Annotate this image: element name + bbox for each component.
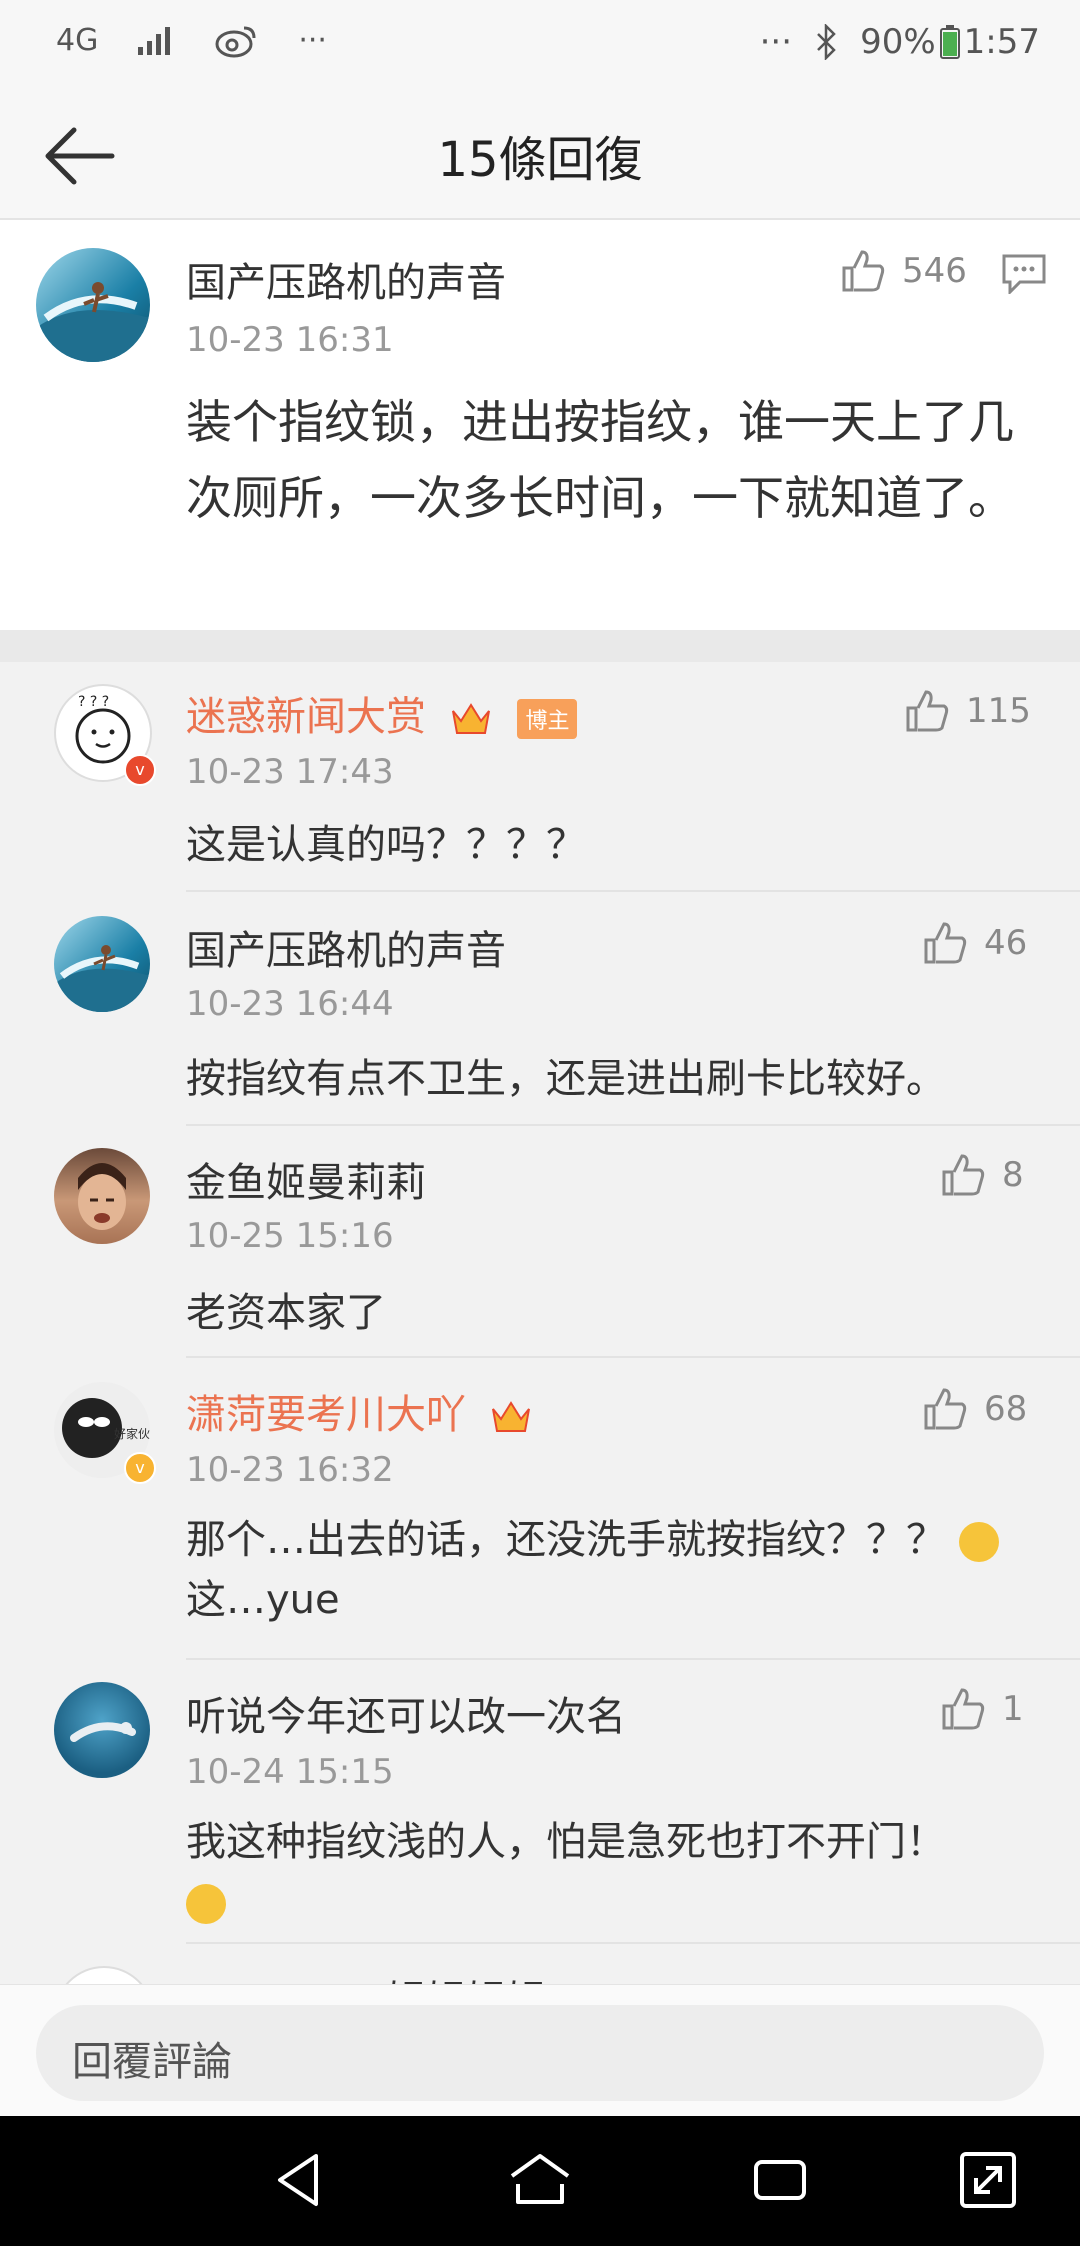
reply-time: 10-23 16:32 [186,1450,394,1490]
reply-text: 老资本家了 [186,1290,386,1336]
like-count: 546 [902,251,967,291]
more-status-icon: ··· [759,22,793,62]
reply-author[interactable]: ・・・・・娼娼娼娼 [186,1968,546,1984]
signal-icon [138,27,171,55]
back-icon[interactable] [266,2146,334,2214]
avatar[interactable] [54,1966,154,1984]
comment-icon[interactable] [1002,254,1046,294]
main-comment: 国产压路机的声音 10-23 16:31 546 装个指纹锁，进出按指纹，谁一天… [0,220,1080,630]
like-button[interactable]: 46 [922,920,1027,966]
host-badge: 博主 [517,699,578,739]
section-separator [0,630,1080,662]
reply-text: 那个…出去的话，还没洗手就按指纹？？？ 这…yue [186,1510,999,1630]
reply-author[interactable]: 金鱼姬曼莉莉 [186,1150,426,1208]
reply-author[interactable]: 国产压路机的声音 [186,918,506,976]
crown-icon [491,1401,530,1432]
divider [186,890,1080,892]
like-button[interactable]: 1 [940,1686,1024,1732]
like-count: 8 [1002,1155,1024,1195]
avatar[interactable] [54,916,150,1012]
like-button[interactable]: 68 [922,1386,1027,1432]
like-count: 46 [984,923,1028,963]
like-button[interactable]: 546 [840,248,967,294]
reply-time: 10-25 15:16 [186,1216,394,1256]
divider [186,1356,1080,1358]
reply-bar: 回覆評論 [0,1984,1080,2117]
reply-time: 10-24 15:15 [186,1752,394,1792]
bluetooth-icon [817,24,836,60]
divider [186,1658,1080,1660]
thumbs-up-icon [942,1154,985,1196]
network-indicator: 4G [56,22,99,58]
clock: 1:57 [963,22,1040,62]
face-photo-image [78,1163,126,1230]
grinning-sweat-emoji-icon [186,1884,226,1924]
avatar[interactable] [36,248,150,362]
diver-image [70,1722,136,1742]
battery-icon [939,25,960,59]
comment-author[interactable]: 国产压路机的声音 [186,250,506,308]
reply-text: 按指纹有点不卫生，还是进出刷卡比较好。 [186,1056,946,1102]
reply-list: ? ? ? v 迷惑新闻大赏 博主 10-23 17:43 115 这是认真的吗… [0,662,1080,1984]
reply-author[interactable]: 听说今年还可以改一次名 [186,1684,626,1742]
weibo-icon [215,26,256,58]
thumbs-up-icon [942,1688,985,1730]
reply-author[interactable]: 迷惑新闻大赏 博主 [186,684,578,742]
comment-text: 装个指纹锁，进出按指纹，谁一天上了几次厕所，一次多长时间，一下就知道了。 [186,395,1014,525]
reply-time: 10-23 17:43 [186,752,394,792]
avatar[interactable] [54,1682,150,1778]
divider [186,1124,1080,1126]
reply-placeholder: 回覆評論 [72,2039,232,2085]
like-count: 1 [1002,1689,1024,1729]
crown-icon [451,703,490,734]
svg-text:好家伙: 好家伙 [114,1426,150,1441]
home-icon[interactable] [506,2146,574,2214]
surfer-image [36,282,150,362]
thinking-emoji-icon [958,1522,999,1562]
verified-badge: v [124,754,156,786]
thumbs-up-icon [924,1388,967,1430]
expand-icon[interactable] [954,2146,1022,2214]
more-notifications-icon: ··· [298,22,327,58]
nav-bar: 15條回復 [0,92,1080,220]
thumbs-up-icon [842,250,885,292]
reply-text: 我这种指纹浅的人，怕是急死也打不开门！ [186,1812,946,1932]
recents-icon[interactable] [746,2146,814,2214]
reply-text: 这是认真的吗？？？？ [186,822,586,868]
verified-badge: v [124,1452,156,1484]
system-nav-bar [0,2116,1080,2246]
comment-time: 10-23 16:31 [186,320,394,360]
like-button[interactable]: 8 [940,1152,1024,1198]
thumbs-up-icon [906,690,949,732]
avatar[interactable] [54,1148,150,1244]
status-bar: 4G ··· ··· 90% 1:57 [0,0,1080,92]
battery-level: 90% [860,22,936,62]
page-title: 15條回復 [437,132,643,188]
reply-input[interactable]: 回覆評論 [36,2005,1044,2101]
divider [186,1942,1080,1944]
reply-author[interactable]: 潇菏要考川大吖 [186,1382,533,1440]
thumbs-up-icon [924,922,967,964]
like-count: 115 [966,691,1031,731]
reply-time: 10-23 16:44 [186,984,394,1024]
surfer-image [54,945,150,1012]
svg-text:? ? ?: ? ? ? [78,694,109,710]
like-button[interactable]: 115 [904,688,1031,734]
like-count: 68 [984,1389,1028,1429]
